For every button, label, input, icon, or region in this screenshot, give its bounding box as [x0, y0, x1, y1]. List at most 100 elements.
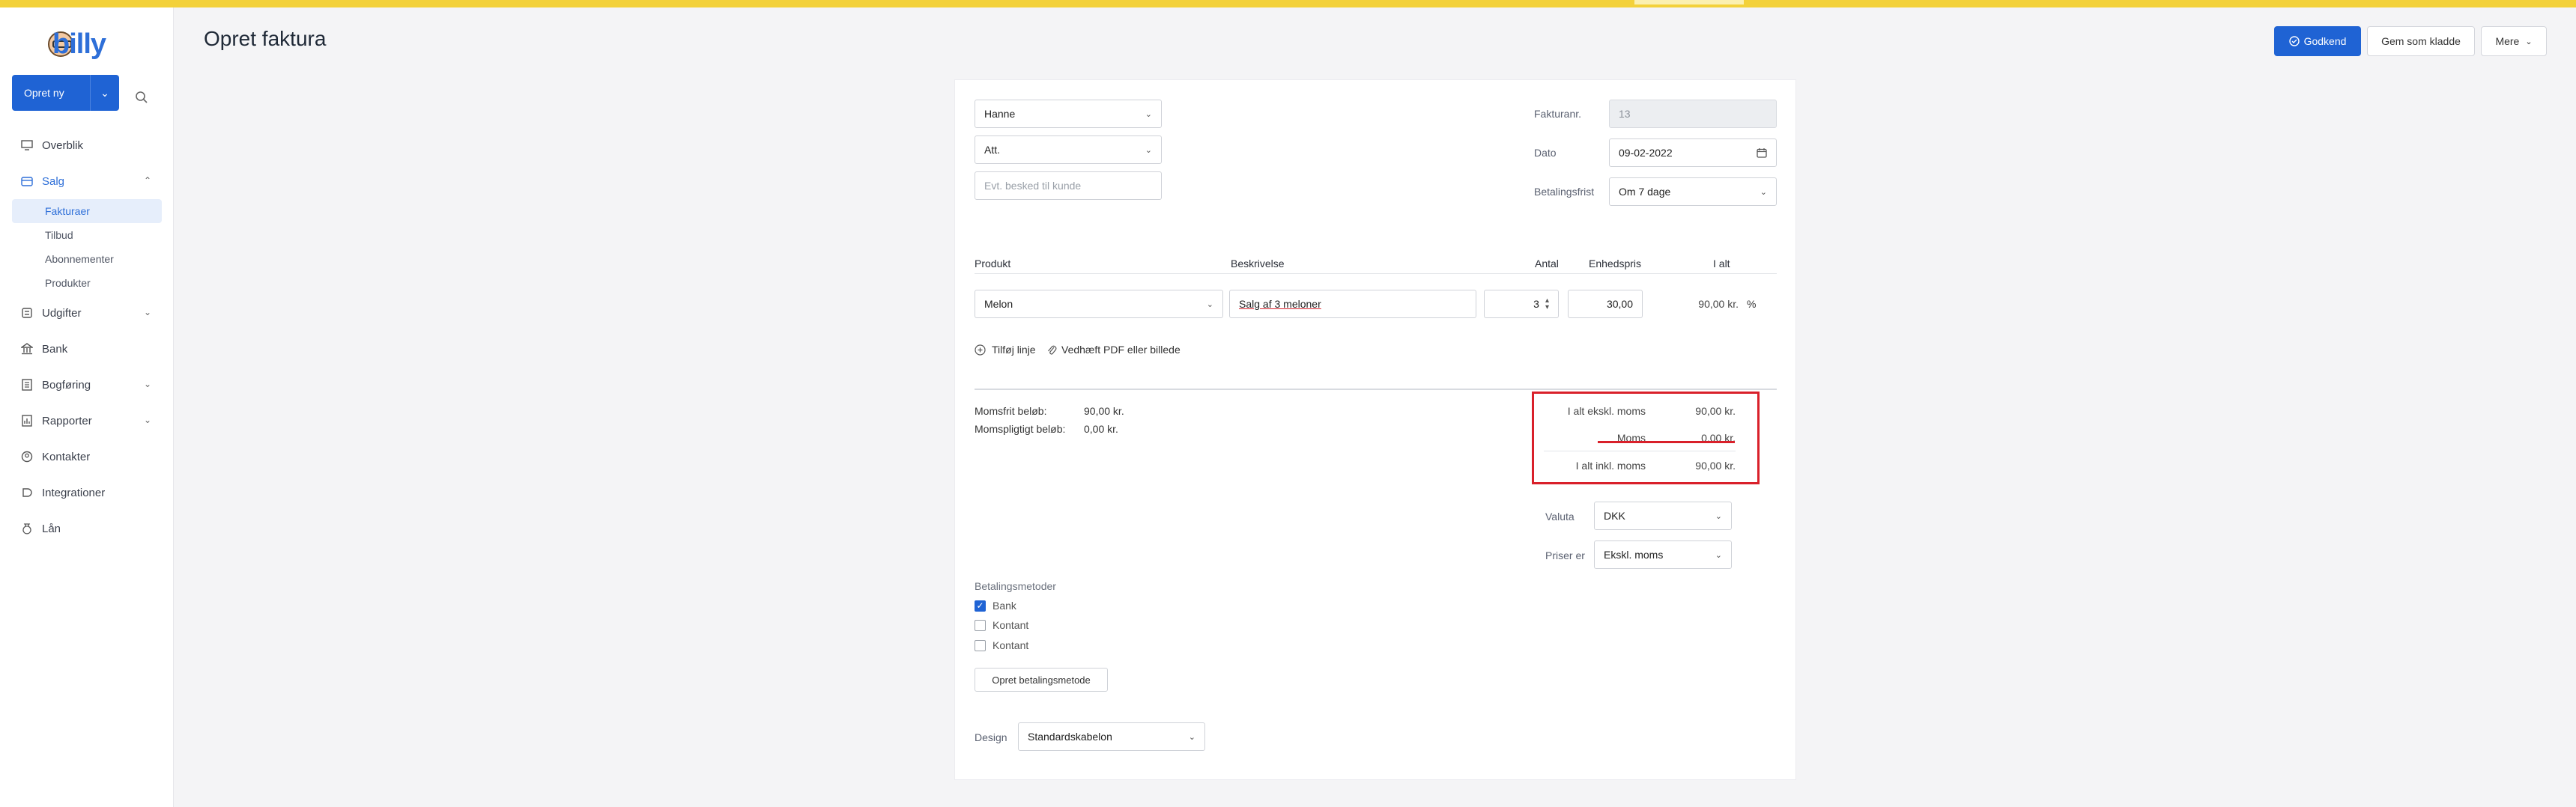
sidebar-item-lan[interactable]: Lån — [12, 511, 162, 546]
invoice-no-label: Fakturanr. — [1534, 108, 1582, 120]
chevron-down-icon: ⌄ — [1760, 187, 1767, 197]
save-draft-button[interactable]: Gem som kladde — [2367, 26, 2475, 56]
unit-price-value: 30,00 — [1606, 298, 1633, 310]
col-header-product: Produkt — [975, 258, 1011, 269]
payment-method-label: Kontant — [992, 639, 1029, 651]
chevron-down-icon: ⌄ — [1145, 145, 1152, 155]
payment-method-label: Bank — [992, 600, 1016, 612]
checkbox-kontant[interactable] — [975, 620, 986, 631]
attach-button[interactable]: Vedhæft PDF eller billede — [1046, 344, 1181, 356]
create-payment-method-button[interactable]: Opret betalingsmetode — [975, 668, 1108, 692]
approve-label: Godkend — [2303, 35, 2347, 47]
unit-price-input[interactable]: 30,00 — [1568, 290, 1643, 318]
sidebar-item-salg[interactable]: Salg ⌃ — [12, 163, 162, 199]
vat-free-label: Momsfrit beløb: — [975, 405, 1047, 417]
terms-value: Om 7 dage — [1619, 186, 1671, 198]
more-label: Mere — [2495, 35, 2520, 47]
vat-free-value: 90,00 kr. — [1084, 405, 1124, 417]
sidebar-item-kontakter[interactable]: Kontakter — [12, 439, 162, 475]
create-new-button[interactable]: Opret ny ⌄ — [12, 75, 119, 111]
invoice-no-value: 13 — [1619, 108, 1631, 120]
prices-label: Priser er — [1545, 549, 1585, 561]
chevron-down-icon: ⌄ — [143, 415, 151, 425]
percent-toggle[interactable]: % — [1747, 298, 1756, 310]
monitor-icon — [21, 139, 33, 151]
sidebar-item-integrationer[interactable]: Integrationer — [12, 475, 162, 511]
approve-button[interactable]: Godkend — [2274, 26, 2361, 56]
date-value: 09-02-2022 — [1619, 147, 1673, 159]
chevron-down-icon: ⌄ — [1188, 732, 1195, 742]
invoice-card: Hanne ⌄ Att. ⌄ Evt. besked til kunde Faktu… — [954, 79, 1796, 780]
design-select[interactable]: Standardskabelon ⌄ — [1018, 722, 1205, 751]
contacts-icon — [21, 451, 33, 463]
bank-icon — [21, 343, 33, 355]
add-line-label: Tilføj linje — [992, 344, 1036, 356]
chevron-up-icon: ⌃ — [143, 175, 151, 186]
att-value: Att. — [984, 144, 1001, 156]
product-select[interactable]: Melon ⌄ — [975, 290, 1223, 318]
sidebar-item-rapporter[interactable]: Rapporter ⌄ — [12, 403, 162, 439]
loan-icon — [21, 523, 33, 535]
date-label: Dato — [1534, 147, 1557, 159]
sidebar-subitem-produkter[interactable]: Produkter — [12, 271, 162, 295]
customer-select[interactable]: Hanne ⌄ — [975, 100, 1162, 128]
paperclip-icon — [1048, 345, 1057, 354]
sidebar-subitem-fakturaer[interactable]: Fakturaer — [12, 199, 162, 223]
calendar-icon[interactable] — [1757, 147, 1767, 158]
sidebar-subitem-tilbud[interactable]: Tilbud — [12, 223, 162, 247]
totals-highlight-box — [1532, 392, 1760, 484]
sidebar-item-label: Bogføring — [42, 378, 91, 392]
qty-stepper[interactable]: 3 ▴ ▾ — [1484, 290, 1559, 318]
description-input[interactable]: Salg af 3 meloner — [1229, 290, 1476, 318]
prices-select[interactable]: Ekskl. moms ⌄ — [1594, 540, 1732, 569]
stepper-arrows-icon[interactable]: ▴ ▾ — [1545, 297, 1549, 311]
col-header-qty: Antal — [1535, 258, 1559, 269]
customer-message-input[interactable]: Evt. besked til kunde — [975, 171, 1162, 200]
search-icon[interactable] — [135, 91, 148, 104]
prices-value: Ekskl. moms — [1604, 549, 1664, 561]
chevron-down-icon[interactable]: ⌄ — [91, 87, 119, 100]
logo-text: billy — [52, 28, 106, 60]
reports-icon — [21, 415, 33, 427]
save-draft-label: Gem som kladde — [2381, 35, 2461, 47]
create-new-label: Opret ny — [24, 87, 64, 99]
sidebar-item-label: Kontakter — [42, 450, 91, 463]
invoice-no-field: 13 — [1609, 100, 1777, 128]
chevron-down-icon: ⌄ — [143, 307, 151, 317]
sidebar-item-udgifter[interactable]: Udgifter ⌄ — [12, 295, 162, 331]
chevron-down-icon: ⌄ — [1715, 511, 1722, 521]
create-payment-method-label: Opret betalingsmetode — [992, 674, 1091, 686]
chevron-down-icon: ⌄ — [1145, 109, 1152, 119]
vat-liable-value: 0,00 kr. — [1084, 423, 1118, 435]
currency-select[interactable]: DKK ⌄ — [1594, 502, 1732, 530]
sidebar-subitem-abonnementer[interactable]: Abonnementer — [12, 247, 162, 271]
sidebar-item-overblik[interactable]: Overblik — [12, 127, 162, 163]
sidebar: billy Opret ny ⌄ Overblik Salg ⌃ Faktura… — [0, 7, 174, 807]
sidebar-item-label: Rapporter — [42, 414, 92, 427]
add-line-button[interactable]: Tilføj linje — [975, 344, 1036, 356]
sidebar-item-bank[interactable]: Bank — [12, 331, 162, 367]
design-label: Design — [975, 731, 1007, 743]
more-button[interactable]: Mere ⌄ — [2481, 26, 2547, 56]
sidebar-item-label: Overblik — [42, 138, 84, 152]
design-value: Standardskabelon — [1028, 731, 1112, 743]
terms-label: Betalingsfrist — [1534, 186, 1595, 198]
sidebar-item-label: Lån — [42, 522, 61, 535]
billy-logo[interactable]: billy — [48, 26, 106, 62]
plus-circle-icon — [975, 344, 986, 356]
vat-liable-label: Momspligtigt beløb: — [975, 423, 1066, 435]
sidebar-item-label: Integrationer — [42, 486, 106, 499]
check-circle-icon — [2288, 36, 2300, 46]
ledger-icon — [21, 379, 33, 391]
checkbox-kontant-2[interactable] — [975, 640, 986, 651]
currency-value: DKK — [1604, 510, 1625, 522]
checkbox-bank[interactable]: ✓ — [975, 600, 986, 612]
terms-select[interactable]: Om 7 dage ⌄ — [1609, 177, 1777, 206]
attach-label: Vedhæft PDF eller billede — [1061, 344, 1181, 356]
top-bar-notch — [1634, 0, 1744, 4]
att-select[interactable]: Att. ⌄ — [975, 135, 1162, 164]
payment-methods-title: Betalingsmetoder — [975, 580, 1056, 592]
sidebar-item-bogforing[interactable]: Bogføring ⌄ — [12, 367, 162, 403]
section-divider — [975, 389, 1777, 390]
date-field[interactable]: 09-02-2022 — [1609, 138, 1777, 167]
